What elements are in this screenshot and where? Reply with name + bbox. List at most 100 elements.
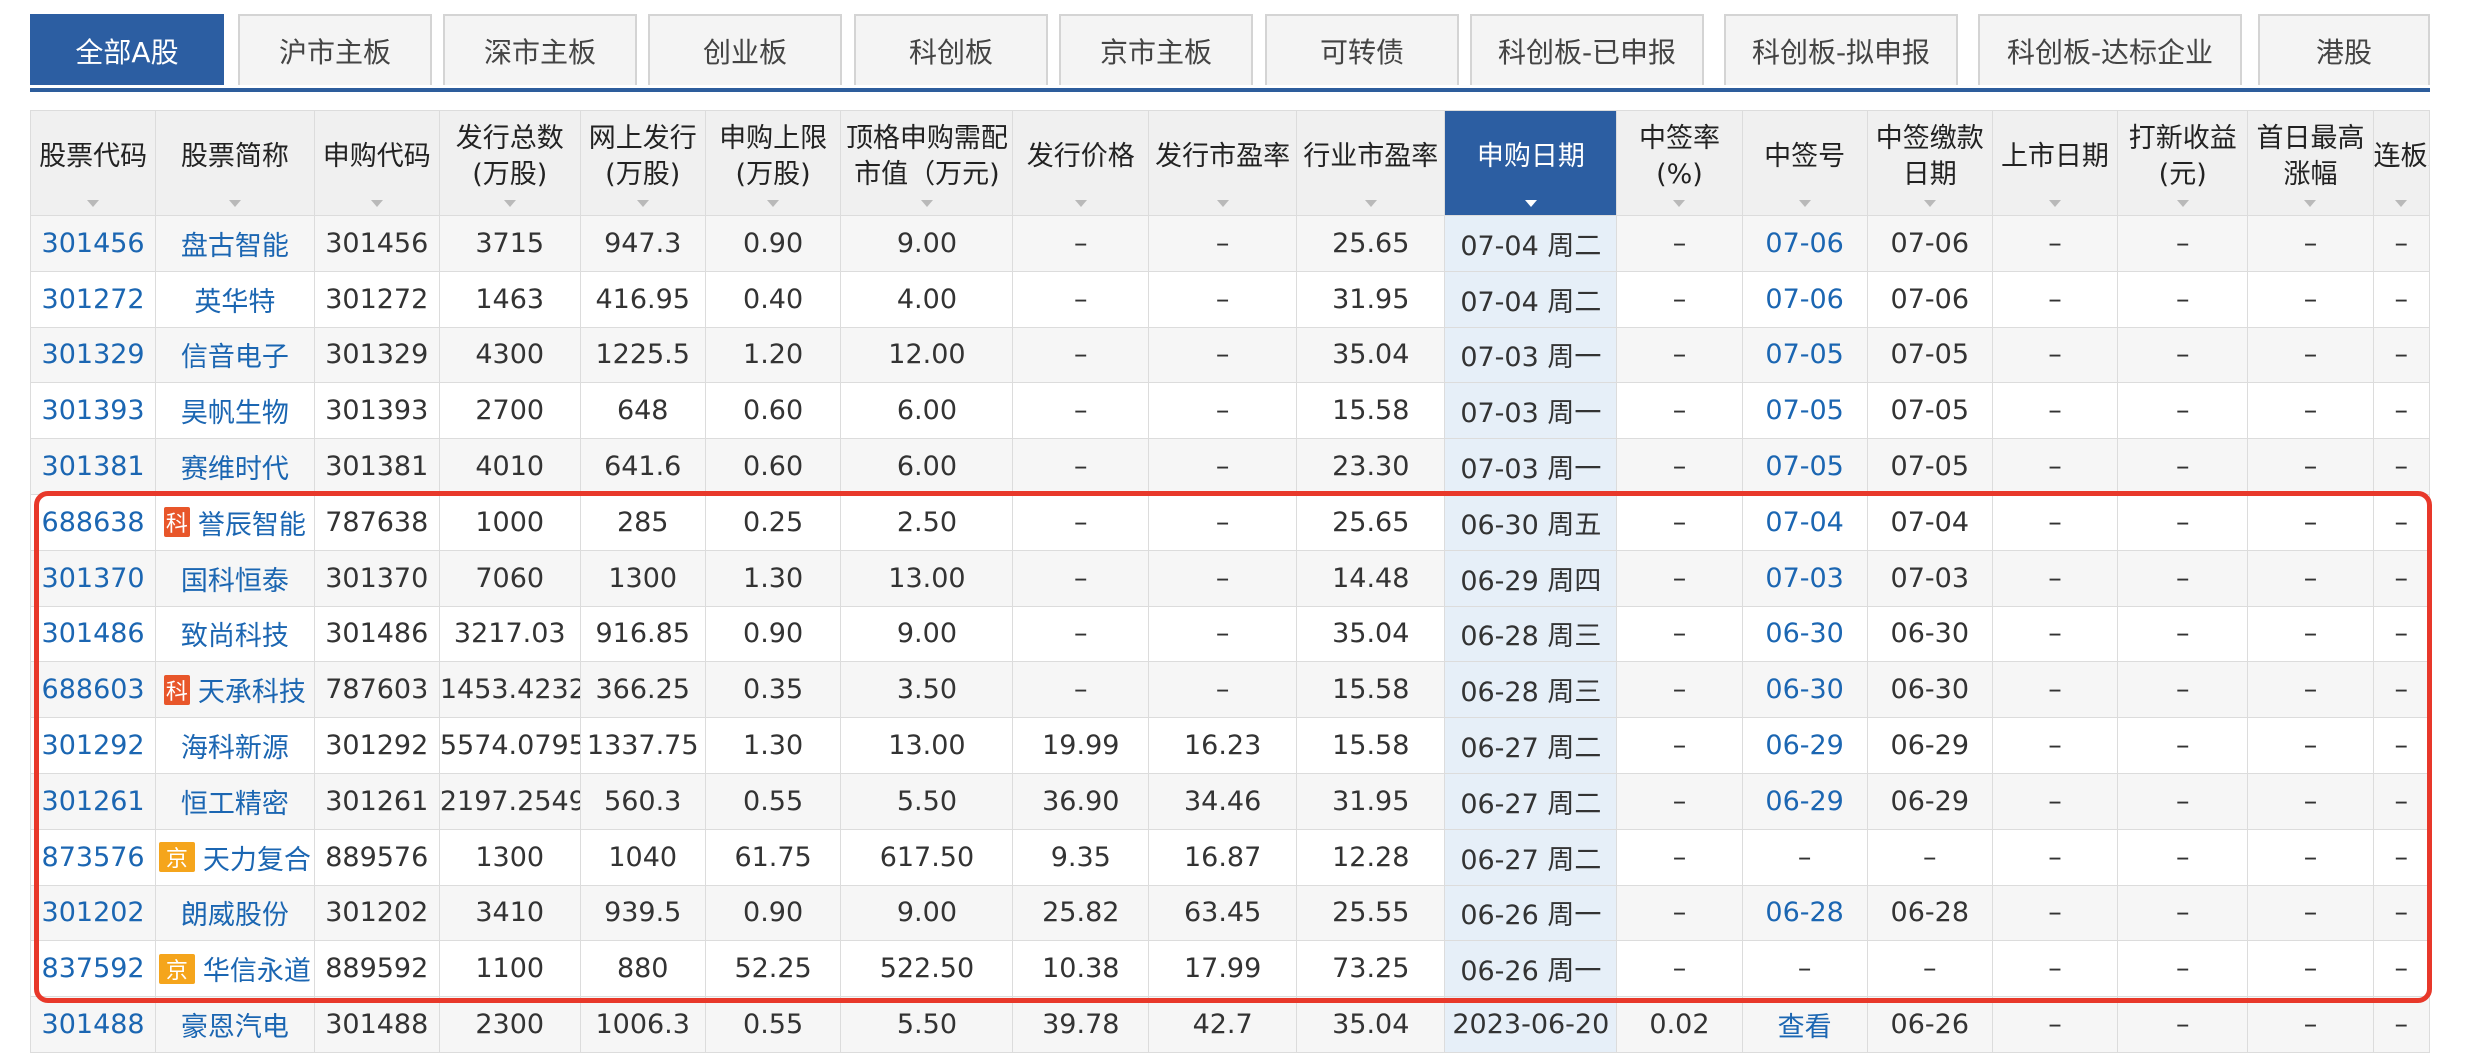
stock-code-link[interactable]: 301292 xyxy=(42,730,145,761)
sort-arrow-icon[interactable] xyxy=(1923,200,1936,207)
table-row: 688638 科誉辰智能 787638 1000 285 0.25 2.50– –25.65 0… xyxy=(29,493,2431,551)
stock-name-link[interactable]: 英华特 xyxy=(194,280,275,319)
sort-arrow-icon[interactable] xyxy=(2176,200,2189,207)
winning-number-link[interactable]: 06-29 xyxy=(1765,786,1843,817)
stock-name-link[interactable]: 信音电子 xyxy=(181,335,289,374)
sort-arrow-icon[interactable] xyxy=(1074,200,1087,207)
winning-number-link[interactable]: 查看 xyxy=(1778,1012,1832,1043)
stock-name-link[interactable]: 豪恩汽电 xyxy=(181,1005,289,1044)
stock-name-link[interactable]: 盘古智能 xyxy=(181,224,289,263)
tab-1[interactable]: 沪市主板 xyxy=(238,14,432,85)
cell-rate: – xyxy=(1616,438,1743,495)
tab-8[interactable]: 科创板-拟申报 xyxy=(1724,14,1958,85)
stock-code-link[interactable]: 301486 xyxy=(42,618,145,649)
column-header-7[interactable]: 发行价格 xyxy=(1012,110,1150,216)
stock-code-link[interactable]: 301393 xyxy=(42,395,145,426)
winning-number-link[interactable]: 06-28 xyxy=(1765,897,1843,928)
cell-gain: – xyxy=(2117,493,2249,551)
column-header-8[interactable]: 发行市盈率 xyxy=(1148,110,1298,216)
stock-name-link[interactable]: 华信永道 xyxy=(203,949,311,988)
stock-name-link[interactable]: 致尚科技 xyxy=(181,614,289,653)
stock-code-link[interactable]: 301272 xyxy=(42,284,145,315)
winning-number-link[interactable]: 06-30 xyxy=(1765,618,1843,649)
column-header-4[interactable]: 网上发行 (万股) xyxy=(579,110,706,216)
sort-arrow-icon[interactable] xyxy=(1798,200,1811,207)
sort-arrow-icon[interactable] xyxy=(1673,200,1686,207)
sort-arrow-icon[interactable] xyxy=(2048,200,2061,207)
stock-code-link[interactable]: 301261 xyxy=(42,786,145,817)
stock-code-link[interactable]: 688638 xyxy=(42,507,145,538)
winning-number-link[interactable]: 07-06 xyxy=(1765,284,1843,315)
winning-number-link[interactable]: 07-05 xyxy=(1765,339,1843,370)
cell-rate: – xyxy=(1616,549,1743,607)
tab-10[interactable]: 港股 xyxy=(2258,14,2430,85)
stock-name-link[interactable]: 昊帆生物 xyxy=(181,391,289,430)
column-header-5[interactable]: 申购上限 (万股) xyxy=(704,110,842,216)
stock-code-link[interactable]: 837592 xyxy=(42,953,145,984)
column-header-9[interactable]: 行业市盈率 xyxy=(1296,110,1446,216)
column-header-6[interactable]: 顶格申购需配 市值（万元) xyxy=(840,110,1014,216)
sort-arrow-icon[interactable] xyxy=(1524,200,1537,207)
column-header-3[interactable]: 发行总数 (万股) xyxy=(438,110,581,216)
column-header-13[interactable]: 中签缴款 日期 xyxy=(1866,110,1993,216)
tab-0[interactable]: 全部A股 xyxy=(30,14,224,85)
cell-boards: – xyxy=(2372,717,2431,774)
sort-arrow-icon[interactable] xyxy=(1216,200,1229,207)
stock-code-link[interactable]: 301488 xyxy=(42,1009,145,1040)
tab-3[interactable]: 创业板 xyxy=(648,14,842,85)
winning-number-link[interactable]: 07-04 xyxy=(1765,507,1843,538)
stock-code-link[interactable]: 301456 xyxy=(42,228,145,259)
sort-arrow-icon[interactable] xyxy=(228,200,241,207)
stock-name-link[interactable]: 朗威股份 xyxy=(181,893,289,932)
stock-code-link[interactable]: 301381 xyxy=(42,451,145,482)
winning-number-link[interactable]: 07-03 xyxy=(1765,563,1843,594)
stock-name-link[interactable]: 海科新源 xyxy=(181,726,289,765)
stock-code-link[interactable]: 301329 xyxy=(42,339,145,370)
tab-2[interactable]: 深市主板 xyxy=(443,14,637,85)
column-header-11[interactable]: 中签率 (%) xyxy=(1616,110,1743,216)
winning-number-link[interactable]: 06-29 xyxy=(1765,730,1843,761)
cell-boards: – xyxy=(2372,382,2431,440)
stock-code-link[interactable]: 301202 xyxy=(42,897,145,928)
column-header-0[interactable]: 股票代码 xyxy=(29,110,157,216)
tab-4[interactable]: 科创板 xyxy=(854,14,1048,85)
sort-arrow-icon[interactable] xyxy=(636,200,649,207)
tab-7[interactable]: 科创板-已申报 xyxy=(1470,14,1704,85)
stock-code-link[interactable]: 873576 xyxy=(42,842,145,873)
winning-number-link[interactable]: 06-30 xyxy=(1765,674,1843,705)
cell-online: 947.3 xyxy=(579,215,706,272)
column-header-15[interactable]: 打新收益 (元) xyxy=(2117,110,2249,216)
column-header-14[interactable]: 上市日期 xyxy=(1991,110,2119,216)
sort-arrow-icon[interactable] xyxy=(1364,200,1377,207)
tab-9[interactable]: 科创板-达标企业 xyxy=(1978,14,2242,85)
cell-list: – xyxy=(1991,940,2119,998)
column-header-12[interactable]: 中签号 xyxy=(1741,110,1868,216)
sort-arrow-icon[interactable] xyxy=(920,200,933,207)
sort-arrow-icon[interactable] xyxy=(2304,200,2317,207)
cell-code: 301486 xyxy=(29,605,157,663)
column-header-17[interactable]: 连板天数 xyxy=(2372,110,2431,216)
sort-arrow-icon[interactable] xyxy=(370,200,383,207)
column-header-1[interactable]: 股票简称 xyxy=(155,110,315,216)
stock-name-link[interactable]: 赛维时代 xyxy=(181,447,289,486)
winning-number-link[interactable]: 07-06 xyxy=(1765,228,1843,259)
stock-code-link[interactable]: 301370 xyxy=(42,563,145,594)
sort-arrow-icon[interactable] xyxy=(767,200,780,207)
table-row: 301272 英华特 301272 1463 416.95 0.40 4.00– –31.95… xyxy=(29,270,2431,328)
winning-number-link[interactable]: 07-05 xyxy=(1765,395,1843,426)
column-header-16[interactable]: 首日最高 涨幅 xyxy=(2247,110,2374,216)
stock-name-link[interactable]: 誉辰智能 xyxy=(198,503,306,542)
column-header-2[interactable]: 申购代码 xyxy=(313,110,440,216)
winning-number-link[interactable]: 07-05 xyxy=(1765,451,1843,482)
sort-arrow-icon[interactable] xyxy=(2395,200,2408,207)
sort-arrow-icon[interactable] xyxy=(87,200,100,207)
tab-5[interactable]: 京市主板 xyxy=(1059,14,1253,85)
stock-code-link[interactable]: 688603 xyxy=(42,674,145,705)
stock-name-link[interactable]: 天承科技 xyxy=(198,670,306,709)
stock-name-link[interactable]: 恒工精密 xyxy=(181,782,289,821)
column-header-10[interactable]: 申购日期 xyxy=(1444,110,1618,216)
tab-6[interactable]: 可转债 xyxy=(1265,14,1459,85)
sort-arrow-icon[interactable] xyxy=(503,200,516,207)
stock-name-link[interactable]: 国科恒泰 xyxy=(181,559,289,598)
stock-name-link[interactable]: 天力复合 xyxy=(203,838,311,877)
